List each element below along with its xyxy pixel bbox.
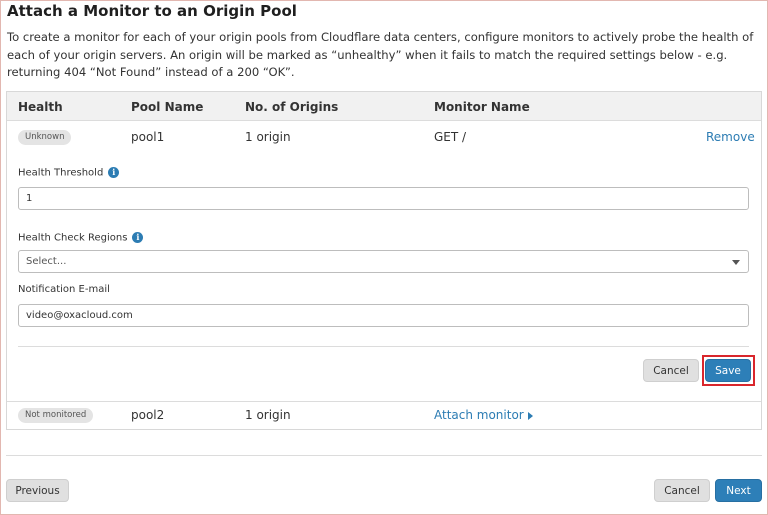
health-threshold-label: Health Threshold i bbox=[18, 167, 120, 179]
page-description: To create a monitor for each of your ori… bbox=[7, 30, 754, 79]
previous-button[interactable]: Previous bbox=[6, 479, 69, 502]
pool-name: pool1 bbox=[131, 130, 165, 144]
save-button[interactable]: Save bbox=[705, 359, 751, 382]
next-button[interactable]: Next bbox=[715, 479, 762, 502]
health-check-regions-label-text: Health Check Regions bbox=[18, 232, 128, 244]
origin-count: 1 origin bbox=[245, 408, 291, 422]
page-title: Attach a Monitor to an Origin Pool bbox=[7, 2, 297, 20]
table-header: Health Pool Name No. of Origins Monitor … bbox=[7, 92, 761, 121]
info-icon[interactable]: i bbox=[132, 232, 144, 243]
header-pool-name: Pool Name bbox=[131, 100, 204, 114]
status-badge: Not monitored bbox=[18, 408, 94, 423]
status-badge: Unknown bbox=[18, 130, 72, 145]
regions-placeholder: Select... bbox=[26, 256, 67, 267]
header-monitor-name: Monitor Name bbox=[434, 100, 530, 114]
health-check-regions-select[interactable]: Select... bbox=[18, 250, 749, 273]
pool-name: pool2 bbox=[131, 408, 165, 422]
remove-link[interactable]: Remove bbox=[706, 130, 755, 144]
footer-cancel-button[interactable]: Cancel bbox=[654, 479, 710, 502]
caret-right-icon bbox=[527, 411, 533, 420]
health-threshold-input[interactable]: 1 bbox=[18, 187, 749, 210]
header-origins: No. of Origins bbox=[245, 100, 339, 114]
cancel-button[interactable]: Cancel bbox=[643, 359, 699, 382]
attach-monitor-link[interactable]: Attach monitor bbox=[434, 408, 533, 422]
health-check-regions-label: Health Check Regions i bbox=[18, 232, 144, 244]
header-health: Health bbox=[18, 100, 63, 114]
form-divider bbox=[18, 346, 749, 347]
row-divider bbox=[7, 401, 761, 402]
email-field[interactable]: video@oxacloud.com bbox=[18, 304, 749, 327]
pool-table: Health Pool Name No. of Origins Monitor … bbox=[6, 91, 762, 430]
info-icon[interactable]: i bbox=[108, 167, 120, 178]
chevron-down-icon bbox=[732, 260, 740, 265]
attach-monitor-label: Attach monitor bbox=[434, 408, 524, 422]
health-threshold-label-text: Health Threshold bbox=[18, 167, 104, 179]
monitor-name: GET / bbox=[434, 130, 467, 144]
notification-email-label: Notification E-mail bbox=[18, 284, 110, 295]
footer-divider bbox=[6, 455, 762, 456]
origin-count: 1 origin bbox=[245, 130, 291, 144]
